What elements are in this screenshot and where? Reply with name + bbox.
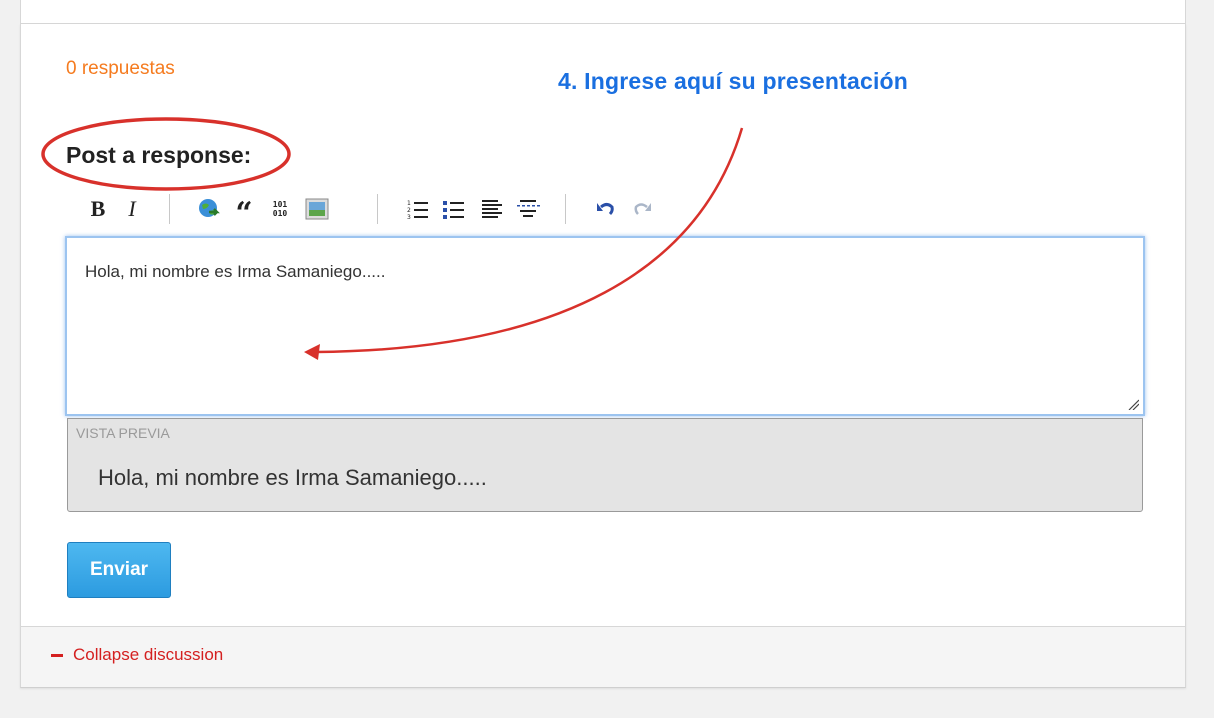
discussion-footer: Collapse discussion: [21, 627, 1185, 687]
editor-toolbar: B I “ 101 010 1 2 3: [87, 192, 687, 229]
bulleted-list-icon: [443, 201, 464, 219]
bulleted-list-button[interactable]: [443, 196, 465, 222]
toolbar-separator: [169, 194, 170, 224]
redo-button[interactable]: [631, 196, 653, 222]
heading-button[interactable]: [481, 196, 503, 222]
editor-text: Hola, mi nombre es Irma Samaniego.....: [85, 262, 386, 281]
image-icon: [305, 198, 329, 220]
quote-button[interactable]: “: [233, 196, 255, 229]
post-response-title: Post a response:: [66, 142, 252, 168]
response-editor-textarea[interactable]: Hola, mi nombre es Irma Samaniego.....: [65, 236, 1145, 416]
previous-post-bottom: [20, 0, 1186, 24]
horizontal-rule-button[interactable]: [517, 196, 541, 222]
ordered-list-button[interactable]: 1 2 3: [407, 196, 429, 222]
horizontal-rule-icon: [517, 200, 540, 217]
italic-icon: I: [128, 196, 136, 221]
bold-icon: B: [90, 196, 106, 221]
link-button[interactable]: [197, 196, 221, 222]
code-button[interactable]: 101 010: [269, 196, 291, 222]
quote-icon: “: [235, 196, 253, 231]
toolbar-separator: [565, 194, 566, 224]
ordered-list-icon: 1 2 3: [407, 200, 428, 220]
responses-count: 0 respuestas: [66, 58, 175, 79]
image-button[interactable]: [305, 196, 329, 222]
undo-icon: [597, 203, 614, 216]
link-icon: [199, 199, 220, 217]
svg-text:1: 1: [407, 200, 411, 207]
discussion-panel: 0 respuestas Post a response: B I “ 101 …: [20, 24, 1186, 688]
toolbar-separator: [377, 194, 378, 224]
bold-button[interactable]: B: [87, 196, 109, 222]
redo-icon: [634, 203, 651, 215]
italic-button[interactable]: I: [121, 196, 143, 222]
resize-handle-icon[interactable]: [1127, 398, 1139, 410]
minus-icon: [51, 653, 63, 657]
preview-text: Hola, mi nombre es Irma Samaniego.....: [98, 465, 487, 490]
preview-label: VISTA PREVIA: [76, 425, 170, 441]
undo-button[interactable]: [595, 196, 617, 222]
collapse-discussion-label: Collapse discussion: [73, 645, 224, 664]
svg-text:3: 3: [407, 214, 411, 220]
svg-text:2: 2: [407, 207, 411, 214]
preview-box: VISTA PREVIA Hola, mi nombre es Irma Sam…: [67, 418, 1143, 512]
code-icon: 101 010: [272, 200, 288, 218]
collapse-discussion-link[interactable]: Collapse discussion: [51, 645, 223, 665]
submit-button[interactable]: Enviar: [67, 542, 171, 598]
instruction-annotation: 4. Ingrese aquí su presentación: [558, 68, 909, 94]
heading-icon: [482, 200, 502, 218]
